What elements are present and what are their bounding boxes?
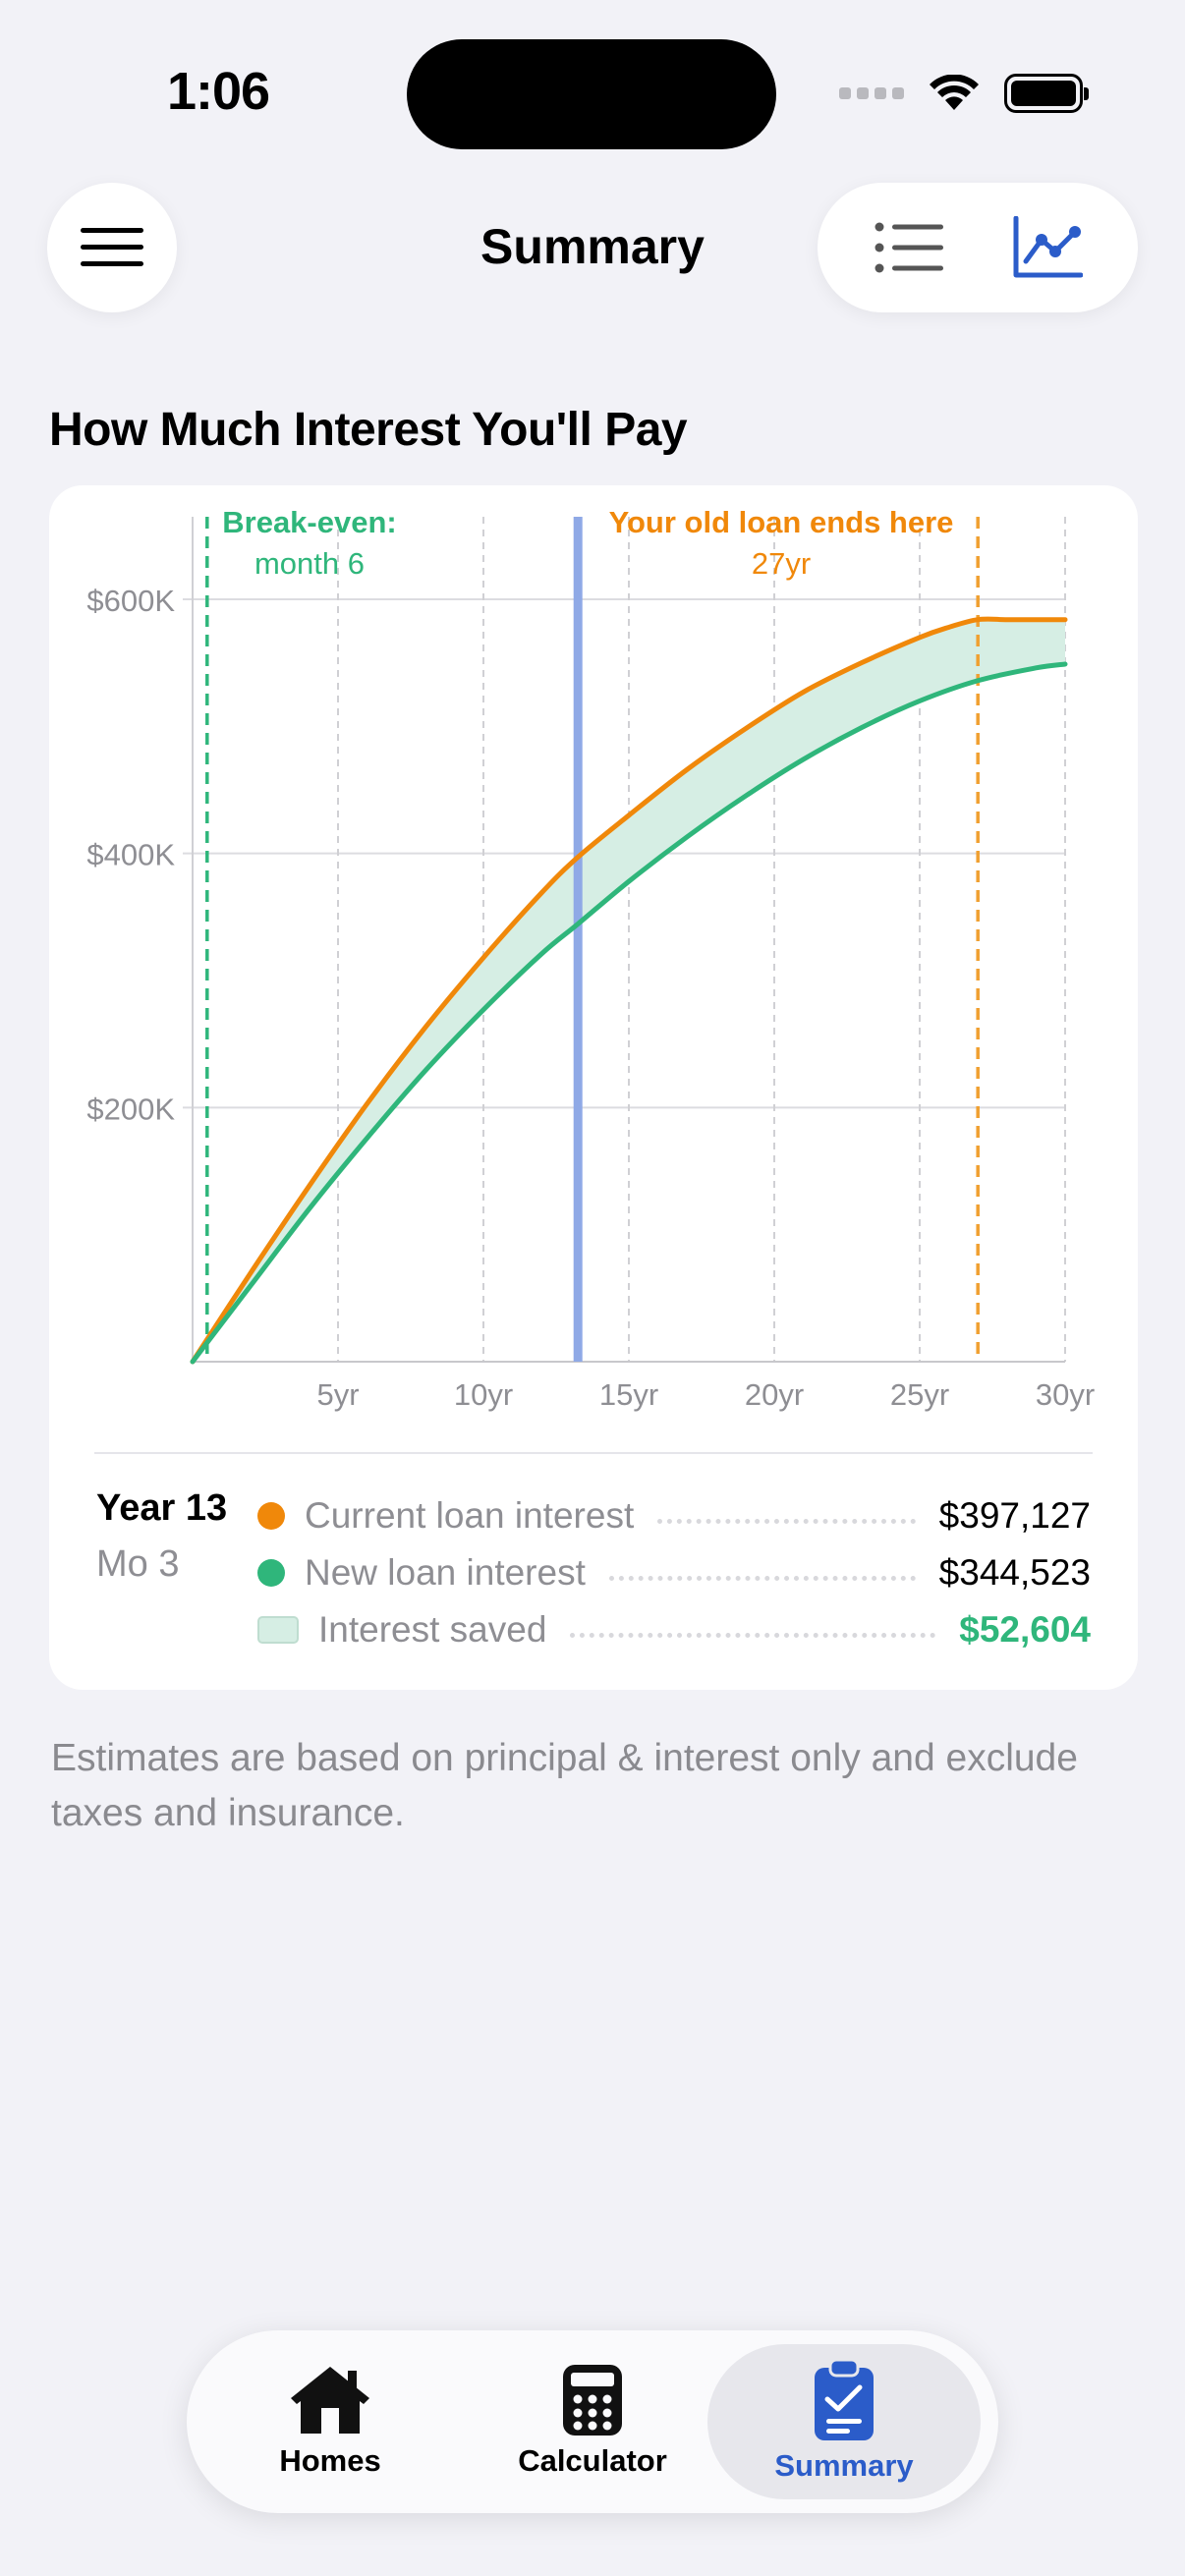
y-tick-label: $400K bbox=[86, 838, 175, 872]
y-tick-label: $200K bbox=[86, 1092, 175, 1126]
green-dot-icon bbox=[257, 1559, 285, 1587]
old-loan-year: 27yr bbox=[752, 546, 811, 581]
interest-chart[interactable]: $200K $400K $600K 5yr 10yr 15yr 20yr 25yr 30yr B… bbox=[49, 485, 1138, 1428]
dynamic-island bbox=[407, 39, 776, 149]
y-tick-label: $600K bbox=[86, 584, 175, 618]
tab-bar: Homes Calculator Summary bbox=[187, 2330, 998, 2513]
breakeven-label: Break-even: bbox=[222, 505, 396, 539]
status-icons bbox=[839, 69, 1089, 118]
breakeven-month: month 6 bbox=[254, 546, 365, 581]
tab-label: Homes bbox=[279, 2443, 381, 2478]
list-icon bbox=[875, 222, 943, 273]
house-icon bbox=[291, 2367, 369, 2434]
view-toggle bbox=[818, 183, 1138, 312]
x-tick-label: 5yr bbox=[316, 1377, 359, 1412]
legend-row-current: Current loan interest $397,127 bbox=[257, 1487, 1091, 1544]
dotted-leader bbox=[608, 1575, 916, 1581]
legend-label: New loan interest bbox=[305, 1552, 586, 1593]
list-view-button[interactable] bbox=[855, 194, 963, 302]
legend-row-new: New loan interest $344,523 bbox=[257, 1544, 1091, 1601]
dotted-leader bbox=[570, 1632, 936, 1638]
legend: Current loan interest $397,127 New loan … bbox=[257, 1487, 1091, 1658]
line-chart-icon bbox=[1013, 216, 1083, 278]
selected-period: Year 13 Mo 3 bbox=[96, 1487, 227, 1586]
current-interest-value: $397,127 bbox=[938, 1495, 1091, 1536]
new-loan-line bbox=[190, 661, 1068, 1365]
legend-label: Interest saved bbox=[318, 1609, 547, 1650]
tab-label: Summary bbox=[774, 2448, 914, 2483]
battery-icon bbox=[1004, 74, 1089, 113]
selected-month: Mo 3 bbox=[96, 1543, 180, 1585]
x-tick-label: 25yr bbox=[890, 1377, 949, 1412]
tab-label: Calculator bbox=[518, 2443, 667, 2478]
interest-saved-value: $52,604 bbox=[959, 1609, 1091, 1650]
section-title: How Much Interest You'll Pay bbox=[49, 404, 688, 456]
screen: 1:06 Summary How Much Interest You'll Pa… bbox=[0, 0, 1185, 2576]
tab-homes[interactable]: Homes bbox=[202, 2344, 458, 2499]
x-tick-label: 30yr bbox=[1036, 1377, 1095, 1412]
new-interest-value: $344,523 bbox=[938, 1552, 1091, 1593]
selected-year: Year 13 bbox=[96, 1487, 228, 1529]
dotted-leader bbox=[657, 1518, 916, 1524]
disclaimer: Estimates are based on principal & inter… bbox=[51, 1737, 1078, 1834]
legend-divider bbox=[94, 1452, 1093, 1454]
x-tick-label: 15yr bbox=[599, 1377, 658, 1412]
clipboard-check-icon bbox=[815, 2360, 874, 2440]
tab-summary[interactable]: Summary bbox=[707, 2344, 981, 2499]
chart-view-button[interactable] bbox=[993, 194, 1101, 302]
legend-label: Current loan interest bbox=[305, 1495, 635, 1536]
interest-chart-card: $200K $400K $600K 5yr 10yr 15yr 20yr 25yr 30yr B… bbox=[49, 485, 1138, 1690]
saved-swatch-icon bbox=[257, 1616, 299, 1644]
orange-dot-icon bbox=[257, 1502, 285, 1530]
cellular-icon bbox=[839, 87, 904, 99]
status-time: 1:06 bbox=[167, 62, 270, 121]
wifi-icon bbox=[930, 75, 979, 110]
tab-calculator[interactable]: Calculator bbox=[465, 2344, 720, 2499]
calculator-icon bbox=[563, 2365, 622, 2436]
x-tick-label: 10yr bbox=[454, 1377, 513, 1412]
legend-row-saved: Interest saved $52,604 bbox=[257, 1601, 1091, 1658]
x-tick-label: 20yr bbox=[745, 1377, 804, 1412]
old-loan-label: Your old loan ends here bbox=[609, 505, 954, 539]
